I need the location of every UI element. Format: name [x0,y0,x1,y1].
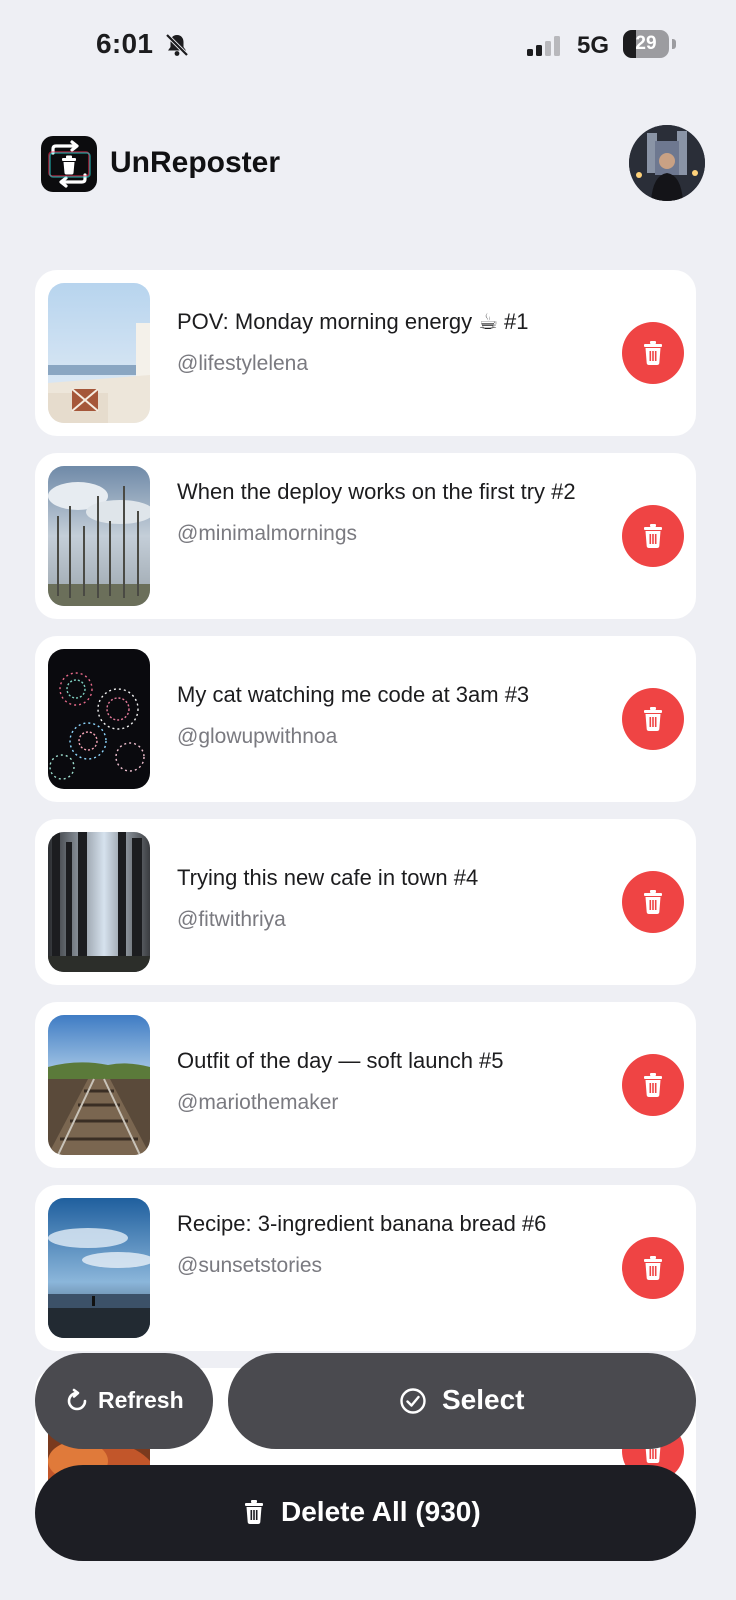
post-title: Trying this new cafe in town #4 [177,865,479,890]
status-bar: 6:01 5G 29 [0,0,736,96]
delete-post-button[interactable] [622,871,684,933]
post-text: Trying this new cafe in town #4 @fitwith… [177,857,597,941]
delete-post-button[interactable] [622,688,684,750]
post-text: When the deploy works on the first try #… [177,471,597,555]
recycle-trash-icon [41,136,97,192]
app-title: UnReposter [110,146,281,179]
delete-post-button[interactable] [622,1237,684,1299]
post-title: Outfit of the day — soft launch #5 [177,1048,504,1073]
post-handle: @fitwithriya [177,908,286,931]
battery-body: 29 [623,30,669,58]
delete-post-button[interactable] [622,322,684,384]
bell-muted-icon [165,33,189,57]
cloudy-sea-thumbnail [48,1198,150,1338]
post-title: POV: Monday morning energy ☕ #1 [177,309,529,334]
trash-icon [644,524,662,548]
coastal-terrace-thumbnail [48,283,150,423]
trash-icon [644,1073,662,1097]
select-label: Select [442,1384,525,1415]
status-time: 6:01 [96,28,154,59]
post-text: Recipe: 3-ingredient banana bread #6 @su… [177,1203,597,1287]
post-card[interactable]: POV: Monday morning energy ☕ #1 @lifesty… [35,270,696,436]
trash-icon [644,341,662,365]
post-text: My cat watching me code at 3am #3 @glowu… [177,674,597,758]
post-title: Recipe: 3-ingredient banana bread #6 [177,1211,547,1236]
trash-icon [644,890,662,914]
fireworks-thumbnail [48,649,150,789]
delete-all-button[interactable]: Delete All (930) [35,1465,696,1561]
post-card[interactable]: My cat watching me code at 3am #3 @glowu… [35,636,696,802]
avatar[interactable] [629,125,705,201]
post-title: My cat watching me code at 3am #3 [177,682,530,707]
network-type: 5G [577,32,610,59]
delete-post-button[interactable] [622,1054,684,1116]
post-text: Outfit of the day — soft launch #5 @mari… [177,1040,597,1124]
refresh-button[interactable]: Refresh [35,1353,213,1449]
post-card[interactable]: Recipe: 3-ingredient banana bread #6 @su… [35,1185,696,1351]
post-card[interactable]: When the deploy works on the first try #… [35,453,696,619]
railway-tracks-thumbnail [48,1015,150,1155]
post-handle: @lifestylelena [177,352,309,375]
bare-trees-thumbnail [48,466,150,606]
forest-thumbnail [48,832,150,972]
post-handle: @mariothemaker [177,1091,339,1114]
signal-icon [527,36,560,56]
app-screen: 6:01 5G 29 UnReposter POV: Monday mornin… [0,0,736,1600]
post-title: When the deploy works on the first try #… [177,479,576,504]
battery-icon: 29 [623,30,677,60]
post-handle: @glowupwithnoa [177,725,338,748]
post-card[interactable]: Trying this new cafe in town #4 @fitwith… [35,819,696,985]
trash-icon [644,707,662,731]
post-handle: @minimalmornings [177,522,358,545]
delete-all-label: Delete All (930) [281,1496,481,1527]
post-text: POV: Monday morning energy ☕ #1 @lifesty… [177,301,597,385]
select-button[interactable]: Select [228,1353,696,1449]
battery-level: 29 [635,33,657,54]
delete-post-button[interactable] [622,505,684,567]
refresh-icon [67,1388,87,1411]
check-circle-icon [400,1388,426,1414]
post-handle: @sunsetstories [177,1254,323,1277]
refresh-label: Refresh [98,1387,184,1413]
post-card[interactable]: Outfit of the day — soft launch #5 @mari… [35,1002,696,1168]
battery-cap [672,39,676,49]
trash-icon [644,1256,662,1280]
trash-icon [245,1500,263,1524]
